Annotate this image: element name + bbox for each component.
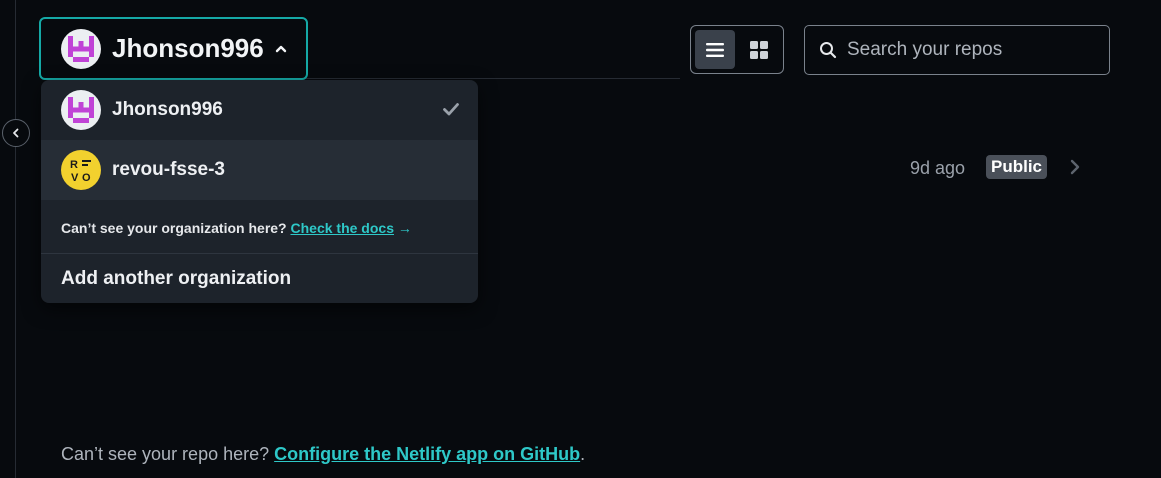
dropdown-divider (41, 253, 478, 254)
avatar (61, 28, 101, 69)
header-divider (300, 78, 680, 79)
org-avatar: R V O (61, 150, 101, 190)
dropdown-item-jhonson996[interactable]: Jhonson996 (41, 80, 478, 140)
user-identicon-icon (68, 35, 94, 62)
search-input[interactable] (847, 39, 1097, 61)
org-help-text: Can’t see your organization here? (61, 220, 287, 236)
revou-logo-icon: R V O (70, 159, 91, 184)
chevron-up-icon (274, 44, 288, 54)
view-toggle (690, 25, 784, 74)
dropdown-item-revou-fsse-3[interactable]: R V O revou-fsse-3 (41, 140, 478, 200)
svg-text:V: V (71, 172, 79, 184)
selected-account-name: Jhonson996 (112, 33, 264, 63)
grid-view-button[interactable] (739, 30, 779, 69)
account-selector-button[interactable]: Jhonson996 (39, 17, 308, 80)
account-dropdown-menu: Jhonson996 R V O revou-fsse-3 Can’t see (41, 80, 478, 303)
search-box (804, 25, 1110, 75)
list-view-button[interactable] (695, 30, 735, 69)
visibility-badge: Public (986, 155, 1048, 179)
page: Jhonson996 Search your repos 9d ago Publ… (0, 0, 1161, 478)
repo-help-text: Can’t see your repo here? (61, 444, 270, 464)
collapse-sidebar-button[interactable] (2, 119, 30, 147)
list-icon (706, 42, 724, 57)
grid-icon (750, 40, 768, 59)
search-icon (820, 42, 837, 59)
svg-text:R: R (70, 159, 78, 171)
chevron-right-icon[interactable] (1068, 158, 1082, 181)
configure-netlify-app-link[interactable]: Configure the Netlify app on GitHub (274, 444, 580, 464)
sidebar-rail (15, 0, 16, 478)
add-organization-item[interactable]: Add another organization (61, 268, 291, 290)
repo-help-footer: Can’t see your repo here? Configure the … (61, 444, 585, 465)
svg-text:O: O (82, 172, 91, 184)
org-help-note: Can’t see your organization here? Check … (61, 220, 412, 236)
check-docs-link[interactable]: Check the docs (291, 220, 394, 236)
checkmark-icon (442, 101, 460, 122)
repo-updated-time: 9d ago (910, 158, 966, 178)
avatar (61, 90, 101, 130)
chevron-left-icon (13, 128, 19, 138)
dropdown-item-label: revou-fsse-3 (112, 159, 225, 180)
arrow-right-icon: → (397, 220, 412, 236)
user-identicon-icon (68, 97, 94, 123)
footer-period: . (580, 444, 586, 464)
dropdown-item-label: Jhonson996 (112, 99, 223, 120)
